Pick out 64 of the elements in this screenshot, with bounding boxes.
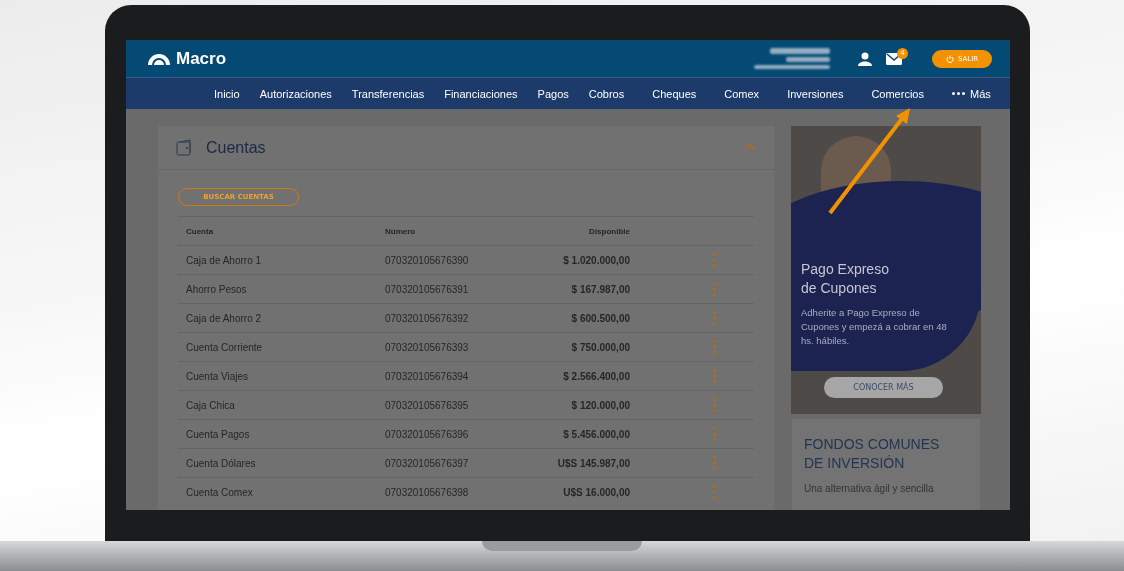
kebab-menu-icon[interactable] — [713, 282, 716, 296]
kebab-menu-icon[interactable] — [713, 311, 716, 325]
kebab-menu-icon[interactable] — [713, 340, 716, 354]
kebab-menu-icon[interactable] — [713, 456, 716, 470]
account-number: 070320105676398 — [385, 486, 470, 498]
wallet-icon — [176, 138, 194, 157]
account-number: 070320105676392 — [385, 312, 470, 324]
account-balance: $ 2.566.400,00 — [562, 370, 630, 382]
promo-title: Pago Expreso de Cupones — [801, 260, 890, 298]
nav-link[interactable]: Comex — [714, 87, 770, 100]
column-header: Disponible — [588, 226, 630, 236]
kebab-menu-icon[interactable] — [713, 398, 716, 412]
account-number: 070320105676397 — [385, 457, 470, 469]
collapse-chevron-icon[interactable] — [744, 144, 756, 151]
account-balance: $ 5.456.000,00 — [562, 428, 630, 440]
kebab-menu-icon[interactable] — [713, 485, 716, 499]
account-number: 070320105676391 — [385, 283, 470, 295]
account-number: 070320105676393 — [385, 341, 470, 353]
account-number: 070320105676395 — [385, 399, 470, 411]
nav-link[interactable]: Pagos — [527, 87, 579, 100]
account-name: Caja Chica — [185, 399, 236, 411]
more-menu-link[interactable]: Más — [941, 87, 1001, 100]
nav-link[interactable]: Transferencias — [341, 87, 435, 100]
nav-link[interactable]: Autorizaciones — [249, 87, 342, 100]
account-name: Caja de Ahorro 2 — [185, 312, 263, 324]
account-name: Cuenta Corriente — [185, 341, 264, 353]
nav-link[interactable]: Inversiones — [777, 87, 854, 100]
power-icon — [945, 54, 954, 63]
nav-link[interactable]: Cobros — [578, 87, 635, 100]
account-number: 070320105676390 — [385, 254, 470, 266]
account-number: 070320105676396 — [385, 428, 470, 440]
logo[interactable]: Macro — [146, 48, 227, 69]
mail-icon[interactable] — [886, 52, 902, 65]
kebab-menu-icon[interactable] — [713, 369, 716, 383]
card-title: Cuentas — [206, 138, 266, 157]
account-balance: U$S 145.987,00 — [556, 457, 630, 469]
nav-link[interactable]: Inicio — [204, 87, 250, 100]
nav-link[interactable]: Comercios — [861, 87, 934, 100]
promo-text: Adherite a Pago Expreso de Cupones y empezá a cobrar en 48 hs. hábiles. — [801, 306, 948, 348]
account-name: Cuenta Dólares — [185, 457, 257, 469]
funds-text: Una alternativa ágil y sencilla — [804, 483, 935, 494]
account-balance: $ 1.020.000,00 — [562, 254, 630, 266]
account-name: Cuenta Comex — [185, 486, 254, 498]
logo-text: Macro — [176, 48, 227, 69]
account-balance: $ 167.987,00 — [570, 283, 630, 295]
learn-more-button[interactable]: CONOCER MÁS — [824, 377, 943, 398]
account-number: 070320105676394 — [385, 370, 470, 382]
column-header: Número — [385, 226, 417, 236]
funds-title: FONDOS COMUNES DE INVERSIÓN — [804, 435, 941, 473]
more-dots-icon — [951, 92, 965, 96]
nav-link[interactable]: Cheques — [642, 87, 707, 100]
account-name: Ahorro Pesos — [185, 283, 248, 295]
column-header: Cuenta — [185, 226, 215, 236]
user-icon[interactable] — [858, 51, 872, 66]
account-name: Cuenta Pagos — [185, 428, 251, 440]
account-balance: $ 600.500,00 — [570, 312, 630, 324]
account-name: Cuenta Viajes — [185, 370, 250, 382]
kebab-menu-icon[interactable] — [713, 427, 716, 441]
kebab-menu-icon[interactable] — [713, 253, 716, 267]
account-name: Caja de Ahorro 1 — [185, 254, 263, 266]
account-balance: $ 750.000,00 — [570, 341, 630, 353]
account-balance: U$S 16.000,00 — [562, 486, 630, 498]
account-balance: $ 120.000,00 — [570, 399, 630, 411]
nav-link[interactable]: Financiaciones — [434, 87, 528, 100]
